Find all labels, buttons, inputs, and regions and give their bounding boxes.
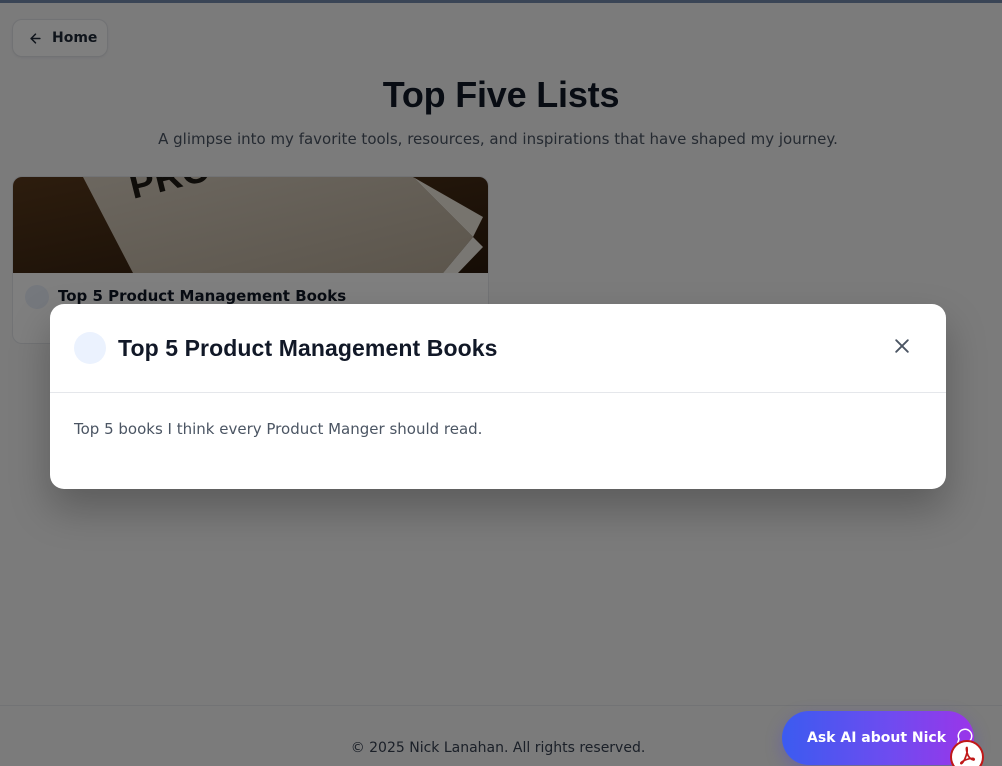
close-button[interactable] (888, 334, 916, 362)
modal-title: Top 5 Product Management Books (118, 335, 498, 361)
ask-ai-button[interactable]: Ask AI about Nick (782, 711, 974, 765)
close-icon (892, 336, 912, 360)
ask-ai-label: Ask AI about Nick (807, 730, 947, 746)
modal-divider (50, 392, 946, 393)
pdf-icon (957, 745, 977, 766)
list-modal: Top 5 Product Management Books Top 5 boo… (50, 304, 946, 489)
modal-description: Top 5 books I think every Product Manger… (74, 420, 483, 438)
modal-avatar (74, 332, 106, 364)
pdf-button[interactable] (950, 740, 984, 766)
